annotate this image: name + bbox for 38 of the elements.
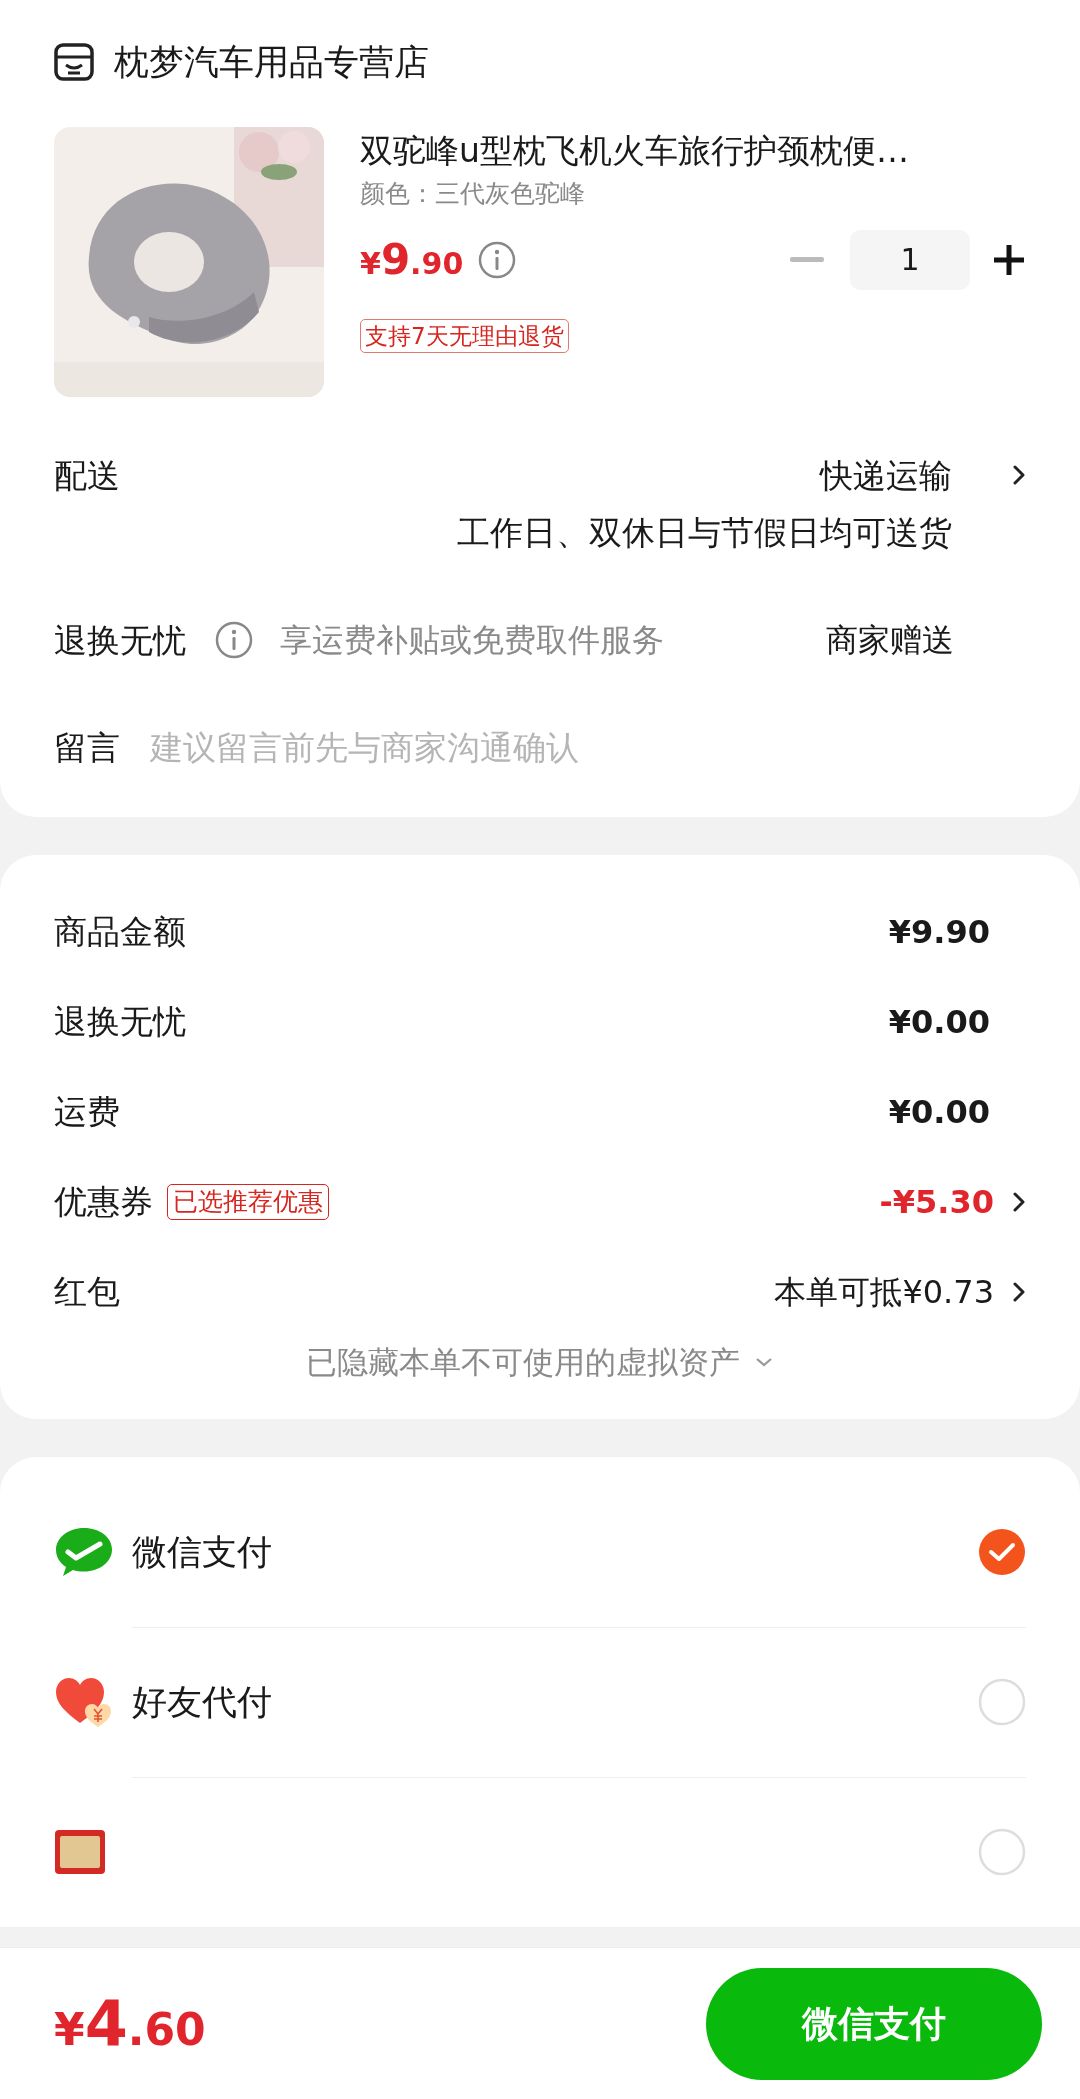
radio-button[interactable] (978, 1678, 1026, 1726)
product-price: ¥9.90 (360, 234, 464, 286)
delivery-note: 工作日、双休日与节假日均可送货 (457, 512, 952, 554)
returns-description: 享运费补贴或免费取件服务 (280, 620, 664, 662)
summary-value: ¥0.00 (888, 1001, 990, 1043)
coupon-badge: 已选推荐优惠 (167, 1183, 329, 1220)
minus-icon[interactable] (790, 256, 824, 263)
card-icon (54, 1829, 106, 1875)
returns-provider: 商家赠送 (826, 620, 954, 662)
summary-value[interactable]: 本单可抵¥0.73 (774, 1267, 994, 1316)
message-label: 留言 (54, 727, 120, 769)
summary-label: 商品金额 (54, 910, 186, 953)
returns-label: 退换无忧 (54, 619, 186, 662)
radio-button[interactable] (978, 1828, 1026, 1876)
summary-value: ¥9.90 (888, 911, 990, 953)
return-policy-tag: 支持7天无理由退货 (360, 319, 569, 353)
store-name[interactable]: 枕梦汽车用品专营店 (114, 36, 429, 89)
chat-bubble-icon (54, 1526, 114, 1578)
summary-value[interactable]: -¥5.30 (879, 1177, 994, 1226)
total-price: ¥4.60 (54, 1986, 206, 2062)
delivery-method[interactable]: 快递运输 (820, 450, 952, 500)
summary-label: 运费 (54, 1090, 120, 1133)
info-icon[interactable] (477, 239, 518, 280)
product-spec: 颜色：三代灰色驼峰 (360, 177, 586, 210)
delivery-label: 配送 (54, 454, 120, 497)
summary-label: 红包 (54, 1270, 120, 1313)
store-icon (54, 43, 94, 82)
payment-method-label[interactable]: 微信支付 (132, 1525, 272, 1579)
chevron-down-icon (754, 1355, 774, 1368)
summary-value: ¥0.00 (888, 1091, 990, 1133)
summary-label: 退换无忧 (54, 1000, 186, 1043)
summary-label: 优惠券 (54, 1180, 153, 1223)
product-title[interactable]: 双驼峰u型枕飞机火车旅行护颈枕便… (360, 128, 1026, 173)
info-icon[interactable] (214, 620, 254, 661)
radio-checked[interactable] (978, 1528, 1026, 1576)
payment-method-label[interactable]: 好友代付 (132, 1675, 272, 1729)
quantity-field[interactable]: 1 (850, 229, 970, 290)
plus-icon[interactable] (992, 242, 1026, 277)
